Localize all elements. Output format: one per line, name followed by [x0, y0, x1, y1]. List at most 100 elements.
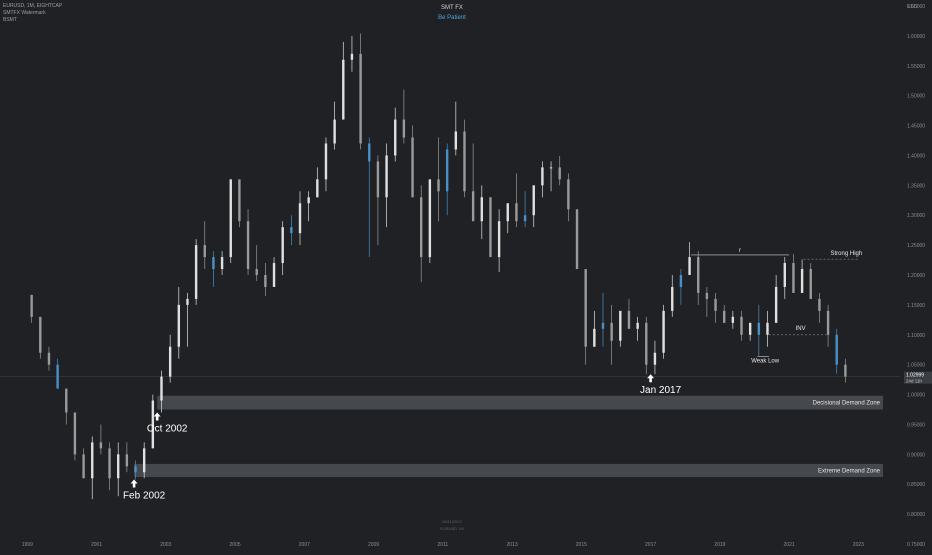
level-label: r — [739, 248, 741, 254]
candle-body — [809, 269, 812, 299]
candle-body — [610, 322, 613, 341]
candle-body — [844, 364, 847, 377]
candle-body — [255, 269, 258, 275]
candle-body — [584, 269, 587, 347]
x-tick-label: 2021 — [784, 542, 795, 548]
x-tick-label: 1999 — [22, 542, 33, 548]
x-tick-label: 2009 — [368, 542, 379, 548]
watermark-line-1: 06/11/2022 — [442, 519, 462, 524]
candle-body — [800, 269, 804, 293]
candle-body — [394, 119, 397, 156]
candle-body — [593, 328, 596, 347]
up-arrow-icon — [647, 374, 655, 383]
candle-body — [82, 454, 85, 479]
candle-body — [316, 179, 319, 198]
candle-body — [688, 257, 691, 275]
candle-body — [523, 215, 527, 222]
candle-body — [835, 334, 838, 365]
x-tick-label: 2017 — [645, 542, 656, 548]
candle-body — [541, 167, 544, 186]
y-tick-label: 0.75000 — [907, 542, 925, 548]
candle-body — [420, 197, 423, 258]
candle-body — [333, 119, 336, 144]
zone-label: Extreme Demand Zone — [818, 468, 881, 474]
candle-body — [532, 185, 535, 216]
candle-body — [194, 245, 198, 299]
candle-body — [714, 298, 717, 311]
candle-body — [619, 310, 622, 341]
candle-body — [91, 442, 94, 479]
candle-body — [376, 161, 380, 198]
candle-body — [506, 203, 509, 222]
candle-body — [826, 310, 830, 335]
watermark-line-2: EURUSD 1M — [440, 526, 464, 531]
candle-body — [437, 179, 440, 192]
y-tick-label: 1.50000 — [907, 94, 925, 100]
annotation-label: Oct 2002 — [147, 424, 188, 435]
candle-body — [471, 191, 475, 222]
currency-label: USD — [907, 4, 918, 10]
candle-body — [168, 346, 172, 377]
candle-body — [627, 310, 631, 329]
candle-body — [489, 197, 492, 258]
candle-body — [428, 179, 432, 258]
candle-body — [290, 227, 293, 234]
candle-body — [108, 448, 111, 479]
candle-body — [307, 197, 310, 204]
x-tick-label: 2015 — [576, 542, 587, 548]
x-tick-label: 2011 — [437, 542, 448, 548]
candle-body — [264, 275, 267, 287]
candle-body — [445, 149, 449, 192]
candle-body — [783, 263, 786, 287]
y-tick-label: 0.80000 — [907, 512, 925, 518]
candle-body — [246, 221, 250, 270]
chart-title: SMT FX — [441, 5, 463, 11]
candle-body — [142, 448, 146, 473]
candle-body — [73, 412, 77, 455]
x-tick-label: 2023 — [853, 542, 864, 548]
candle-body — [47, 352, 51, 365]
candle-body — [679, 275, 683, 287]
x-tick-label: 2001 — [91, 542, 102, 548]
up-arrow-icon — [153, 412, 161, 421]
candle-body — [662, 310, 665, 353]
candle-body — [186, 298, 189, 305]
candle-body — [177, 304, 181, 347]
candle-body — [160, 376, 163, 401]
candle-body — [697, 257, 700, 293]
candle-body — [298, 203, 302, 234]
candle-body — [125, 454, 129, 467]
candle-body — [385, 155, 388, 198]
candle-body — [212, 257, 215, 270]
candle-body — [342, 59, 345, 120]
candle-body — [792, 263, 795, 293]
candle-body — [454, 131, 458, 150]
candle-body — [30, 294, 33, 317]
level-label: Weak Low — [751, 358, 780, 364]
y-tick-label: 1.30000 — [907, 213, 925, 219]
candle-body — [774, 286, 778, 323]
y-tick-label: 1.20000 — [907, 273, 925, 279]
y-tick-label: 0.95000 — [907, 422, 925, 428]
price-chart[interactable]: 1.650001.600001.550001.500001.450001.400… — [0, 0, 932, 550]
demand-zone — [157, 395, 883, 410]
candle-body — [740, 316, 743, 335]
candle-body — [281, 227, 284, 264]
y-tick-label: 1.45000 — [907, 124, 925, 130]
candle-body — [117, 454, 120, 479]
candle-body — [411, 137, 414, 198]
y-tick-label: 1.10000 — [907, 333, 925, 339]
candle-body — [350, 53, 354, 60]
candle-body — [515, 203, 518, 222]
candle-body — [134, 466, 137, 473]
level-label: INV — [796, 326, 806, 332]
annotation-label: Jan 2017 — [640, 385, 682, 396]
candle-body — [549, 167, 553, 169]
candle-body — [99, 442, 103, 449]
candle-body — [601, 322, 605, 329]
candle-body — [757, 322, 761, 335]
candle-body — [818, 298, 821, 311]
candle-body — [56, 364, 59, 389]
candle-body — [324, 143, 328, 180]
y-tick-label: 1.40000 — [907, 153, 925, 159]
